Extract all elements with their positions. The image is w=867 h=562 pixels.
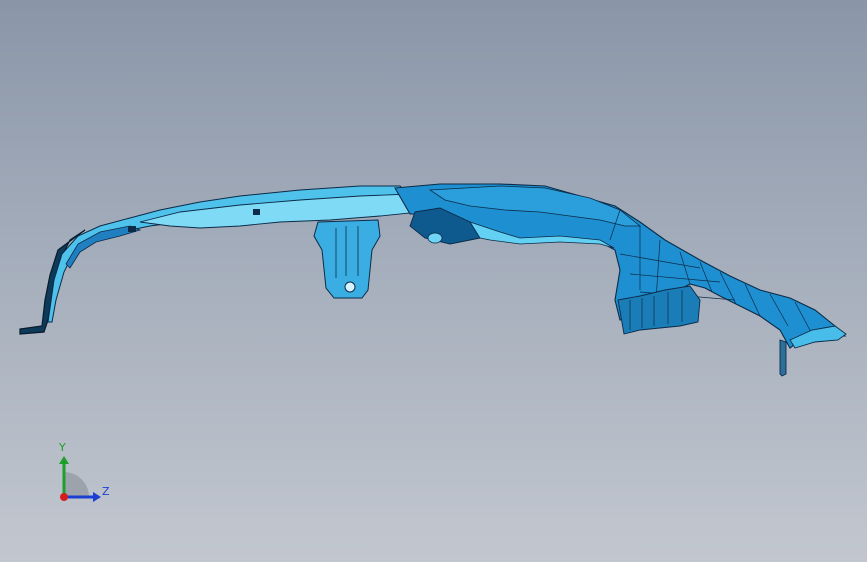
x-axis-origin-dot xyxy=(60,493,68,501)
y-axis-arrow xyxy=(59,456,69,464)
right-clip-tab xyxy=(779,339,787,377)
z-axis-arrow xyxy=(93,492,101,502)
small-slot xyxy=(128,226,136,232)
cad-viewport[interactable]: Y Z xyxy=(0,0,867,562)
axis-triad: Y Z xyxy=(40,438,130,518)
y-axis-label: Y xyxy=(59,441,66,454)
z-axis-label: Z xyxy=(102,485,110,498)
triad-plane-quadrant xyxy=(64,472,89,497)
mount-hole xyxy=(344,281,356,293)
left-arm-inner xyxy=(65,225,142,269)
small-slot-2 xyxy=(253,209,260,215)
main-body-upper xyxy=(394,183,847,349)
recess-hole xyxy=(427,232,443,244)
3d-model[interactable] xyxy=(0,0,867,562)
